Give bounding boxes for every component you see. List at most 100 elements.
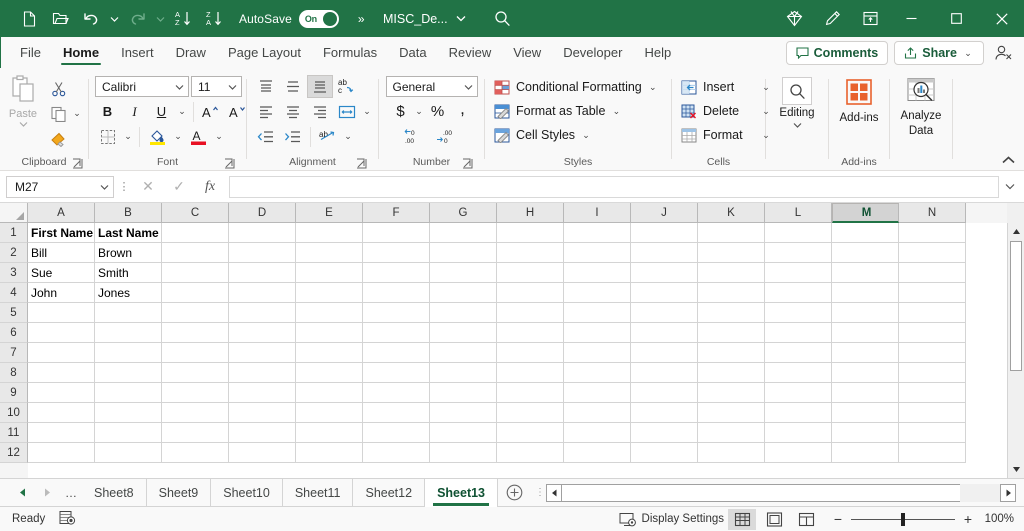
column-header-n[interactable]: N (899, 203, 966, 223)
column-header-c[interactable]: C (162, 203, 229, 223)
cell-C6[interactable] (162, 323, 229, 343)
cell-F6[interactable] (363, 323, 430, 343)
cell-F9[interactable] (363, 383, 430, 403)
cell-C7[interactable] (162, 343, 229, 363)
cell-D9[interactable] (229, 383, 296, 403)
cell-D11[interactable] (229, 423, 296, 443)
cell-B9[interactable] (95, 383, 162, 403)
cell-E11[interactable] (296, 423, 363, 443)
formula-input[interactable] (229, 176, 999, 198)
share-chevron-down-icon[interactable]: ⌄ (962, 49, 974, 58)
cell-N7[interactable] (899, 343, 966, 363)
cell-D1[interactable] (229, 223, 296, 243)
cell-I10[interactable] (564, 403, 631, 423)
font-family-select[interactable]: Calibri (95, 76, 189, 97)
tab-review[interactable]: Review (438, 38, 503, 67)
cell-M12[interactable] (832, 443, 899, 463)
middle-align-button[interactable] (280, 75, 306, 98)
cell-F1[interactable] (363, 223, 430, 243)
column-header-e[interactable]: E (296, 203, 363, 223)
tab-file[interactable]: File (9, 38, 52, 67)
row-header-3[interactable]: 3 (0, 263, 28, 283)
cell-J3[interactable] (631, 263, 698, 283)
cut-button[interactable] (46, 77, 83, 100)
center-button[interactable] (280, 100, 306, 123)
cell-I2[interactable] (564, 243, 631, 263)
cell-A3[interactable]: Sue (28, 263, 95, 283)
cell-C1[interactable] (162, 223, 229, 243)
paste-button[interactable]: Paste (0, 73, 46, 127)
cell-E4[interactable] (296, 283, 363, 303)
cell-E7[interactable] (296, 343, 363, 363)
undo-dropdown-icon[interactable] (107, 5, 121, 33)
cell-K3[interactable] (698, 263, 765, 283)
collapse-ribbon-icon[interactable] (1000, 152, 1016, 168)
cell-I5[interactable] (564, 303, 631, 323)
merge-center-chevron-down-icon[interactable]: ⌄ (342, 132, 354, 141)
tab-view[interactable]: View (502, 38, 552, 67)
fill-color-button[interactable] (145, 125, 170, 148)
cell-D10[interactable] (229, 403, 296, 423)
copy-button[interactable]: ⌄ (46, 102, 83, 125)
cell-A11[interactable] (28, 423, 95, 443)
editing-button[interactable]: Editing (769, 73, 825, 128)
cell-K11[interactable] (698, 423, 765, 443)
cell-F11[interactable] (363, 423, 430, 443)
merge-center-button[interactable]: ab (315, 125, 341, 148)
cell-E9[interactable] (296, 383, 363, 403)
cell-K2[interactable] (698, 243, 765, 263)
column-header-h[interactable]: H (497, 203, 564, 223)
delete-cells-button[interactable]: Delete ⌄ (678, 99, 772, 123)
undo-icon[interactable] (76, 5, 106, 33)
cell-J4[interactable] (631, 283, 698, 303)
cell-G11[interactable] (430, 423, 497, 443)
cell-J8[interactable] (631, 363, 698, 383)
row-header-6[interactable]: 6 (0, 323, 28, 343)
sort-descending-icon[interactable]: ZA (199, 5, 229, 33)
tab-help[interactable]: Help (633, 38, 682, 67)
cell-A7[interactable] (28, 343, 95, 363)
align-right-button[interactable] (307, 100, 333, 123)
record-macro-icon[interactable] (59, 510, 76, 528)
insert-function-button[interactable]: fx (196, 176, 224, 198)
pen-draw-icon[interactable] (813, 2, 851, 35)
cell-K6[interactable] (698, 323, 765, 343)
cell-M11[interactable] (832, 423, 899, 443)
cell-J2[interactable] (631, 243, 698, 263)
cell-K12[interactable] (698, 443, 765, 463)
cell-G3[interactable] (430, 263, 497, 283)
cell-N12[interactable] (899, 443, 966, 463)
zoom-out-button[interactable]: − (832, 511, 844, 527)
number-format-select[interactable]: General (386, 76, 478, 97)
cell-M3[interactable] (832, 263, 899, 283)
cell-B7[interactable] (95, 343, 162, 363)
cell-L11[interactable] (765, 423, 832, 443)
cell-A5[interactable] (28, 303, 95, 323)
row-header-9[interactable]: 9 (0, 383, 28, 403)
copy-chevron-down-icon[interactable]: ⌄ (71, 109, 83, 118)
number-dialog-launcher-icon[interactable] (461, 157, 474, 170)
cell-A9[interactable] (28, 383, 95, 403)
cell-A6[interactable] (28, 323, 95, 343)
italic-button[interactable]: I (122, 100, 147, 123)
name-box[interactable]: M27 (6, 176, 114, 198)
split-handle[interactable]: ⋮ (534, 487, 546, 498)
cell-G6[interactable] (430, 323, 497, 343)
cancel-entry-button[interactable]: ✕ (134, 176, 162, 198)
cell-E8[interactable] (296, 363, 363, 383)
column-header-g[interactable]: G (430, 203, 497, 223)
cell-J9[interactable] (631, 383, 698, 403)
cell-E3[interactable] (296, 263, 363, 283)
cell-M5[interactable] (832, 303, 899, 323)
column-header-a[interactable]: A (28, 203, 95, 223)
sheet-tab-sheet9[interactable]: Sheet9 (147, 479, 212, 507)
format-painter-button[interactable] (46, 127, 83, 150)
cell-I8[interactable] (564, 363, 631, 383)
row-header-8[interactable]: 8 (0, 363, 28, 383)
page-layout-view-icon[interactable] (760, 509, 788, 530)
cell-E6[interactable] (296, 323, 363, 343)
cell-H2[interactable] (497, 243, 564, 263)
comma-style-button[interactable]: , (450, 100, 475, 123)
grow-font-button[interactable]: A (199, 100, 224, 123)
cell-H11[interactable] (497, 423, 564, 443)
